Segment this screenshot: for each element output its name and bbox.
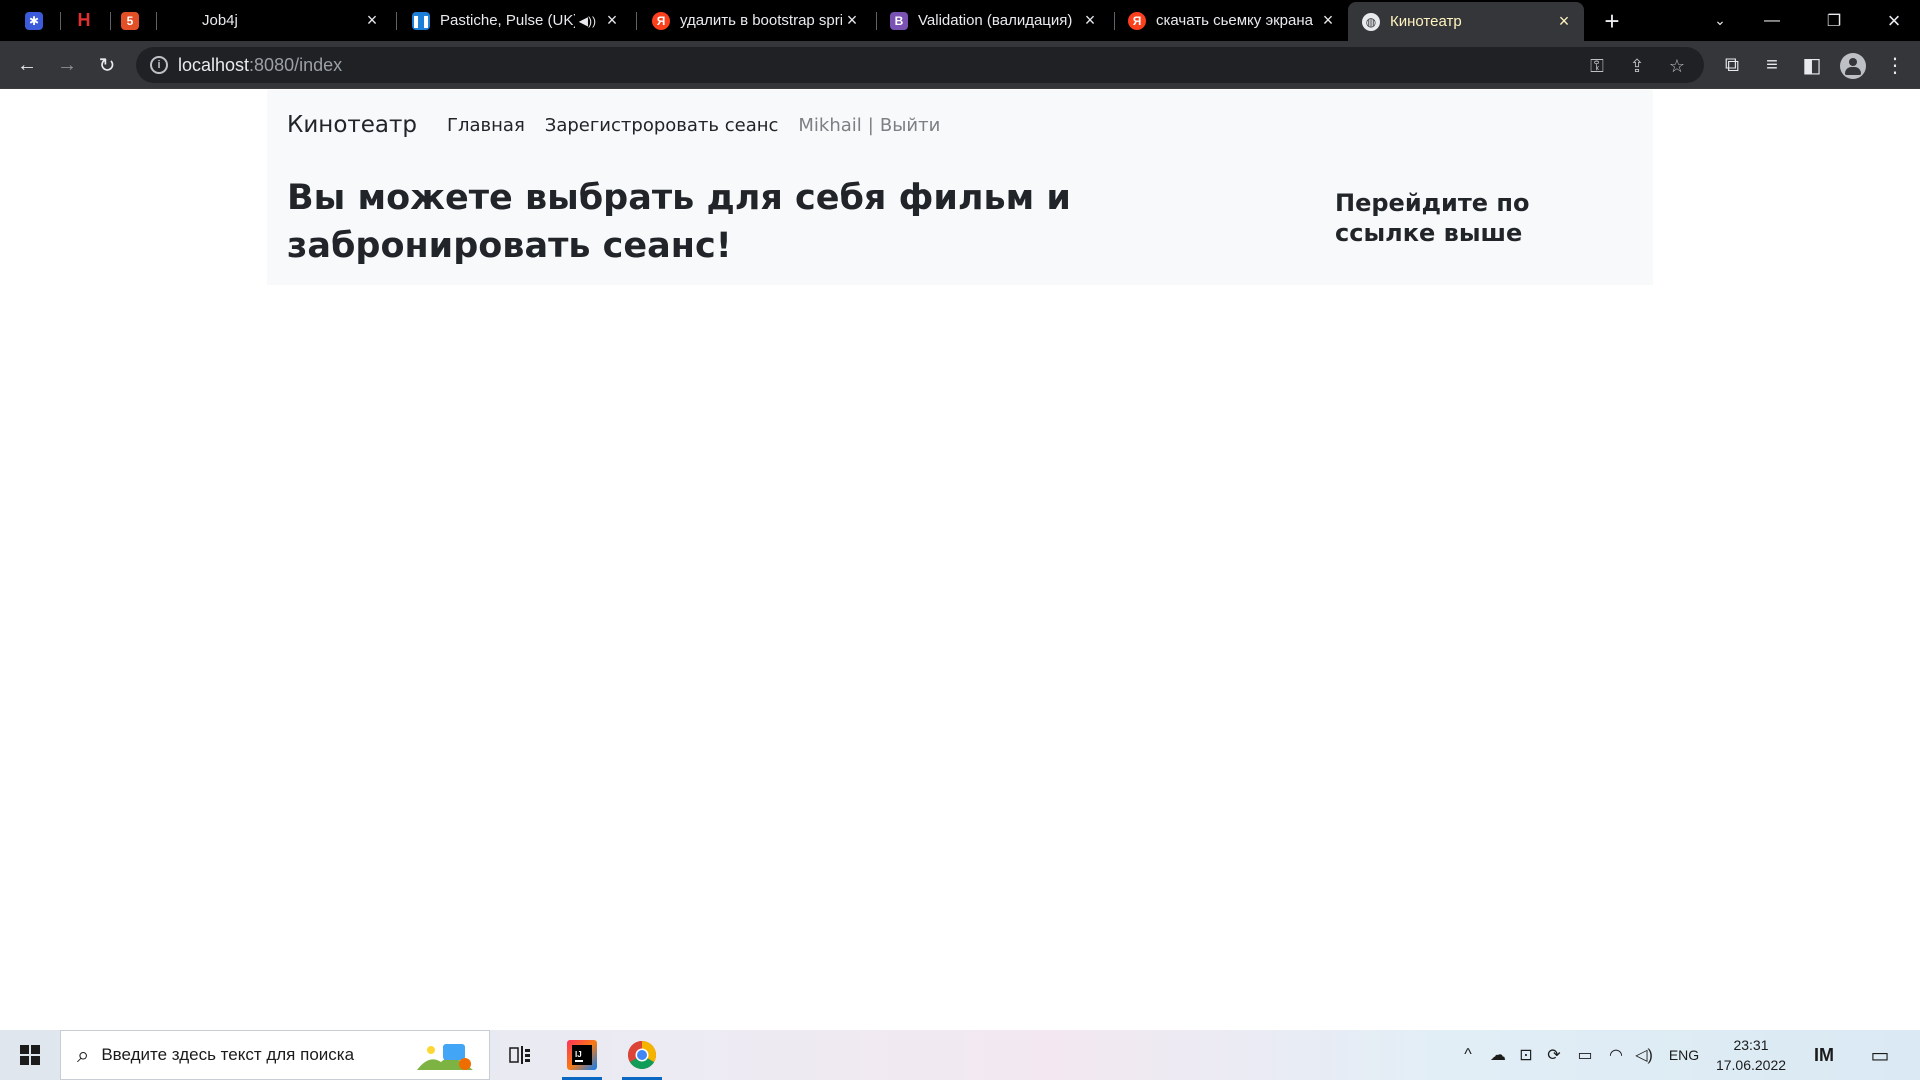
close-icon[interactable]: ×: [362, 10, 382, 31]
search-placeholder: Введите здесь текст для поиска: [101, 1045, 355, 1064]
nav-user-name[interactable]: Mikhail: [798, 115, 861, 136]
windows-logo-icon: [20, 1045, 40, 1065]
page-container: Кинотеатр Главная Зарегистроровать сеанс…: [267, 90, 1653, 285]
more-menu-icon[interactable]: ⋮: [1880, 50, 1910, 80]
taskbar-clock[interactable]: 23:31 17.06.2022: [1706, 1035, 1796, 1075]
tab-title: Кинотеатр: [1390, 13, 1462, 30]
weather-widget-icon[interactable]: [415, 1040, 475, 1072]
pause-icon: ❚❚: [410, 11, 432, 30]
tab-title: Validation (валидация): [918, 12, 1073, 29]
hero-title: Вы можете выбрать для себя фильм и забро…: [287, 178, 1071, 266]
tab-separator: [636, 12, 637, 30]
profile-avatar[interactable]: [1840, 53, 1866, 79]
tab-title: скачать сьемку экрана: [1156, 12, 1313, 29]
wifi-icon[interactable]: ◠: [1604, 1030, 1628, 1080]
chrome-icon[interactable]: [616, 1030, 668, 1080]
back-button[interactable]: ←: [12, 50, 42, 80]
pinned-tab-3[interactable]: 5: [104, 0, 156, 41]
taskbar-search-box[interactable]: ⌕ Введите здесь текст для поиска: [60, 1030, 490, 1080]
bookmark-star-icon[interactable]: ☆: [1666, 55, 1688, 77]
restore-button[interactable]: ❐: [1808, 0, 1860, 41]
svg-text:IJ: IJ: [575, 1050, 582, 1059]
battery-icon[interactable]: ▭: [1572, 1030, 1598, 1080]
tab-yandex-screen[interactable]: Я скачать сьемку экрана ×: [1114, 0, 1348, 41]
h-logo-icon: H: [75, 10, 93, 30]
forward-button[interactable]: →: [52, 50, 82, 80]
close-window-button[interactable]: ×: [1868, 0, 1920, 41]
navbar-brand[interactable]: Кинотеатр: [287, 112, 417, 138]
meet-now-icon[interactable]: ⊡: [1514, 1030, 1538, 1080]
tab-job4j[interactable]: Job4j ×: [160, 0, 392, 41]
globe-icon: ◍: [1362, 12, 1380, 31]
show-hidden-icons-chevron-icon[interactable]: ^: [1456, 1030, 1480, 1080]
nav-link-home[interactable]: Главная: [447, 115, 525, 136]
tab-separator: [156, 12, 157, 30]
url-path: :8080/index: [249, 55, 343, 75]
update-notification-icon[interactable]: ⟳: [1542, 1030, 1566, 1080]
speaker-icon[interactable]: ◀)): [579, 14, 596, 28]
yandex-icon: Я: [1128, 11, 1146, 30]
tab-yandex-bootstrap[interactable]: Я удалить в bootstrap spring ×: [638, 0, 872, 41]
task-view-icon[interactable]: [494, 1030, 546, 1080]
tab-kinoteatr-active[interactable]: ◍ Кинотеатр ×: [1348, 2, 1584, 41]
browser-toolbar: ← → ↻ i localhost:8080/index ⚿ ⇪ ☆ ⧉ ≡ ◧…: [0, 41, 1920, 89]
clock-date: 17.06.2022: [1715, 1057, 1787, 1073]
clock-time: 23:31: [1733, 1037, 1769, 1053]
app-widget-logo-icon[interactable]: IM: [1806, 1030, 1842, 1080]
volume-icon[interactable]: ◁): [1632, 1030, 1656, 1080]
bootstrap-icon: B: [890, 11, 908, 30]
key-icon[interactable]: ⚿: [1586, 55, 1608, 77]
tab-title: Pastiche, Pulse (UK): [440, 12, 575, 29]
search-icon: ⌕: [77, 1042, 90, 1067]
puzzle-app-icon: ✱: [25, 11, 43, 30]
address-url[interactable]: localhost:8080/index: [178, 55, 342, 76]
address-bar[interactable]: i localhost:8080/index ⚿ ⇪ ☆: [136, 47, 1704, 83]
start-button[interactable]: [6, 1030, 54, 1080]
nav-link-logout[interactable]: Выйти: [880, 115, 940, 136]
tab-search-chevron-icon[interactable]: ⌄: [1694, 0, 1746, 41]
windows-taskbar: ⌕ Введите здесь текст для поиска IJ ^ ☁ …: [0, 1030, 1920, 1080]
reload-button[interactable]: ↻: [92, 50, 122, 80]
tab-validation[interactable]: B Validation (валидация) ×: [876, 0, 1110, 41]
nav-link-register-session[interactable]: Зарегистроровать сеанс: [545, 115, 779, 136]
tab-title: Job4j: [202, 12, 238, 29]
hero-side-text: Перейдите по ссылке выше: [1335, 189, 1530, 247]
intellij-idea-icon[interactable]: IJ: [556, 1030, 608, 1080]
tab-separator: [396, 12, 397, 30]
html5-icon: 5: [121, 11, 139, 30]
media-control-icon[interactable]: ≡: [1757, 50, 1787, 80]
minimize-button[interactable]: —: [1746, 0, 1798, 41]
notifications-icon[interactable]: ▭: [1862, 1030, 1898, 1080]
input-language-indicator[interactable]: ENG: [1664, 1030, 1704, 1080]
site-info-icon[interactable]: i: [150, 56, 168, 74]
pinned-tab-1[interactable]: ✱: [8, 0, 60, 41]
site-navbar: Кинотеатр Главная Зарегистроровать сеанс…: [267, 90, 1653, 160]
pinned-tab-2[interactable]: H: [58, 0, 110, 41]
browser-tab-strip: ✱ H 5 Job4j × ❚❚ Pastiche, Pulse (UK) ◀)…: [0, 0, 1920, 41]
tab-pastiche-pulse[interactable]: ❚❚ Pastiche, Pulse (UK) ◀)) ×: [398, 0, 632, 41]
onedrive-cloud-icon[interactable]: ☁: [1486, 1030, 1510, 1080]
nav-separator: |: [867, 114, 874, 136]
close-icon[interactable]: ×: [1554, 11, 1574, 32]
extensions-puzzle-icon[interactable]: ⧉: [1717, 50, 1747, 80]
share-icon[interactable]: ⇪: [1626, 55, 1648, 77]
close-icon[interactable]: ×: [602, 10, 622, 31]
close-icon[interactable]: ×: [842, 10, 862, 31]
blank-page-icon: [174, 12, 192, 30]
close-icon[interactable]: ×: [1318, 10, 1338, 31]
yandex-icon: Я: [652, 11, 670, 30]
side-panel-icon[interactable]: ◧: [1797, 50, 1827, 80]
close-icon[interactable]: ×: [1080, 10, 1100, 31]
tab-title: удалить в bootstrap spring: [680, 12, 842, 29]
url-host: localhost: [178, 55, 250, 75]
new-tab-button[interactable]: +: [1597, 6, 1627, 36]
